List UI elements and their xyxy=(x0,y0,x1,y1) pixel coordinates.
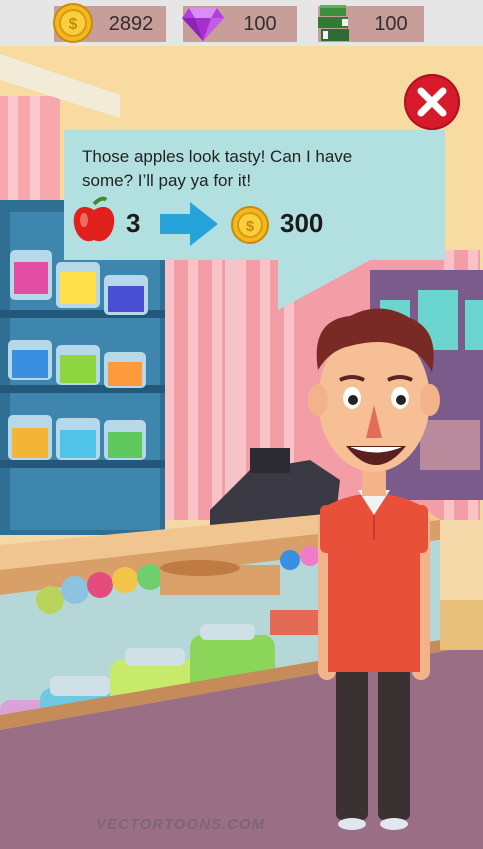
coins-value: 2892 xyxy=(108,13,154,35)
reward-coin-icon: $ xyxy=(231,206,269,244)
reward-amount: 300 xyxy=(280,208,324,238)
books-icon xyxy=(318,5,349,41)
speech-bubble-tail xyxy=(278,258,374,310)
apple-icon xyxy=(73,196,115,242)
resource-bar: 2892 100 100 $ xyxy=(0,0,483,46)
arrow-right-icon xyxy=(160,202,218,246)
svg-text:$: $ xyxy=(246,218,255,235)
coin-icon: $ xyxy=(53,3,93,43)
svg-text:$: $ xyxy=(69,16,78,33)
close-icon xyxy=(417,87,447,117)
books-value: 100 xyxy=(374,13,408,35)
item-quantity: 3 xyxy=(126,208,141,238)
close-button[interactable] xyxy=(404,74,460,130)
gems-value: 100 xyxy=(243,13,277,35)
watermark: VECTORTOONS.COM xyxy=(96,816,266,833)
gem-icon xyxy=(182,8,224,41)
offer-message: Those apples look tasty! Can I have some… xyxy=(82,147,353,190)
